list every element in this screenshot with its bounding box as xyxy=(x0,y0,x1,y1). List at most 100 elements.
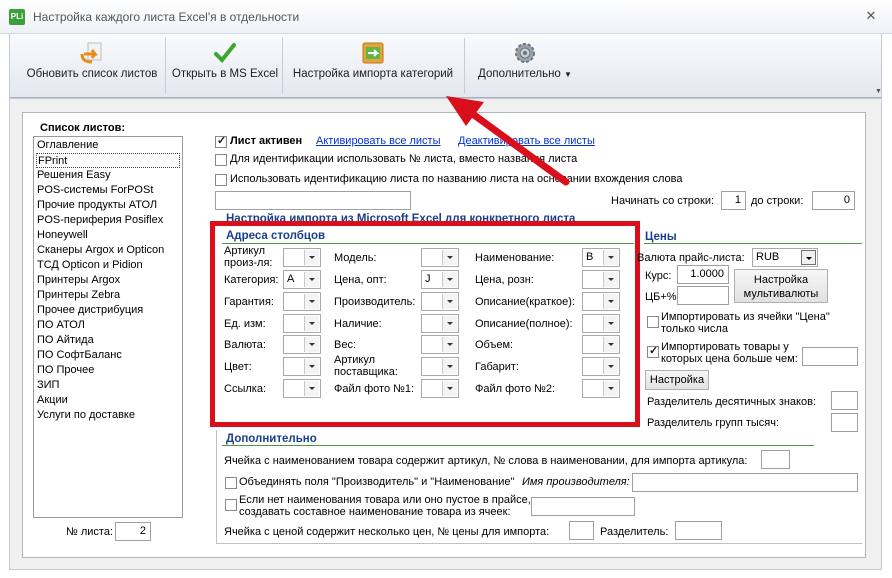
separator-input[interactable] xyxy=(675,521,722,540)
manufacturer-name-input[interactable] xyxy=(632,473,858,492)
sheet-list-item[interactable]: POS-периферия Posiflex xyxy=(36,213,180,228)
sheet-list-item[interactable]: Прочее дистрибуция xyxy=(36,303,180,318)
column-address-select[interactable] xyxy=(283,292,321,311)
chevron-down-icon[interactable] xyxy=(304,250,319,265)
sheet-name-keyword-input[interactable] xyxy=(215,191,411,210)
chevron-down-icon[interactable] xyxy=(603,250,618,265)
chevron-down-icon[interactable] xyxy=(801,250,816,265)
sheet-list-item[interactable]: ТСД Opticon и Pidion xyxy=(36,258,180,273)
chevron-down-icon[interactable] xyxy=(603,359,618,374)
rate-input[interactable]: 1.0000 xyxy=(677,265,729,284)
refresh-list-button[interactable]: Обновить список листов xyxy=(16,34,168,96)
chevron-down-icon[interactable] xyxy=(442,316,457,331)
chevron-down-icon[interactable] xyxy=(442,250,457,265)
column-address-select[interactable] xyxy=(582,379,620,398)
sheet-list-item[interactable]: Акции xyxy=(36,393,180,408)
use-number-checkbox[interactable] xyxy=(215,154,227,166)
column-address-select[interactable] xyxy=(421,314,459,333)
decimal-separator-input[interactable] xyxy=(831,391,858,410)
sheet-list-item[interactable]: Сканеры Argox и Opticon xyxy=(36,243,180,258)
column-address-select[interactable] xyxy=(421,335,459,354)
sheet-list-item[interactable]: Прочие продукты АТОЛ xyxy=(36,198,180,213)
chevron-down-icon[interactable] xyxy=(442,359,457,374)
price-setup-button[interactable]: Настройка xyxy=(645,370,709,390)
column-address-select[interactable]: A xyxy=(283,270,321,289)
end-row-input[interactable]: 0 xyxy=(812,191,855,210)
column-address-select[interactable] xyxy=(582,270,620,289)
sheet-list-item[interactable]: Услуги по доставке xyxy=(36,408,180,423)
close-icon[interactable]: ✕ xyxy=(860,6,882,26)
sheet-list-item[interactable]: POS-системы ForPOSt xyxy=(36,183,180,198)
article-word-input[interactable] xyxy=(761,450,790,469)
sheet-list-item[interactable]: Принтеры Argox xyxy=(36,273,180,288)
sheet-active-checkbox[interactable] xyxy=(215,134,227,148)
activate-all-link[interactable]: Активировать все листы xyxy=(316,135,441,147)
deactivate-all-link[interactable]: Деактивировать все листы xyxy=(458,135,595,147)
chevron-down-icon[interactable] xyxy=(304,359,319,374)
chevron-down-icon[interactable] xyxy=(442,381,457,396)
sheet-list-item[interactable]: ПО Айтида xyxy=(36,333,180,348)
price-greater-checkbox[interactable] xyxy=(647,344,659,358)
chevron-down-icon[interactable] xyxy=(603,381,618,396)
column-address-select[interactable] xyxy=(421,357,459,376)
sheet-number-input[interactable]: 2 xyxy=(115,522,151,541)
sheet-list-item[interactable]: Honeywell xyxy=(36,228,180,243)
sheet-list-item[interactable]: Оглавление xyxy=(36,138,180,153)
column-address-select[interactable] xyxy=(582,335,620,354)
multi-price-input[interactable] xyxy=(569,521,594,540)
only-numbers-checkbox[interactable] xyxy=(647,316,659,328)
column-address-select[interactable] xyxy=(421,248,459,267)
sheet-list-item[interactable]: ПО АТОЛ xyxy=(36,318,180,333)
chevron-down-icon[interactable] xyxy=(442,272,457,287)
compose-cells-input[interactable] xyxy=(531,497,635,516)
chevron-down-icon[interactable] xyxy=(603,272,618,287)
group-separator-input[interactable] xyxy=(831,413,858,432)
chevron-down-icon[interactable] xyxy=(304,316,319,331)
sheet-list-item[interactable]: ПО СофтБаланс xyxy=(36,348,180,363)
only-numbers-label: Импортировать из ячейки "Цена" только чи… xyxy=(661,311,830,335)
compose-name-checkbox[interactable] xyxy=(225,499,237,511)
sheet-list-item[interactable]: Решения Easy xyxy=(36,168,180,183)
column-address-select[interactable] xyxy=(582,314,620,333)
column-address-select[interactable] xyxy=(582,292,620,311)
column-address-select[interactable]: B xyxy=(582,248,620,267)
cb-input[interactable] xyxy=(677,286,729,305)
chevron-down-icon[interactable] xyxy=(442,337,457,352)
multicurrency-button[interactable]: Настройка мультивалюты xyxy=(734,269,828,303)
column-address-select[interactable] xyxy=(582,357,620,376)
price-greater-input[interactable] xyxy=(802,347,858,366)
start-row-input[interactable]: 1 xyxy=(721,191,746,210)
chevron-down-icon[interactable] xyxy=(603,294,618,309)
column-address-select[interactable] xyxy=(283,335,321,354)
chevron-down-icon[interactable] xyxy=(603,337,618,352)
columns-group-line xyxy=(222,243,634,244)
sheet-list-item[interactable]: FPrint xyxy=(36,153,180,168)
column-address-select[interactable] xyxy=(283,357,321,376)
column-address-select[interactable] xyxy=(421,292,459,311)
chevron-down-icon[interactable] xyxy=(442,294,457,309)
sheet-list-item[interactable]: ПО Прочее xyxy=(36,363,180,378)
column-address-select[interactable]: J xyxy=(421,270,459,289)
sheet-listbox[interactable]: Оглавление FPrint Решения Easy POS-системы … xyxy=(33,136,183,518)
more-button[interactable]: Дополнительно ▼ xyxy=(468,34,582,96)
chevron-down-icon[interactable] xyxy=(304,337,319,352)
merge-fields-checkbox[interactable] xyxy=(225,477,237,489)
import-categories-button[interactable]: Настройка импорта категорий xyxy=(286,34,460,96)
column-address-select[interactable] xyxy=(283,379,321,398)
chevron-down-icon[interactable] xyxy=(304,272,319,287)
column-address-select[interactable] xyxy=(283,314,321,333)
chevron-down-icon[interactable] xyxy=(304,294,319,309)
open-excel-button[interactable]: Открыть в MS Excel xyxy=(168,34,282,96)
sheet-list-item[interactable]: ЗИП xyxy=(36,378,180,393)
column-field-label: Цвет: xyxy=(224,361,252,373)
use-name-checkbox[interactable] xyxy=(215,174,227,186)
column-address-select[interactable] xyxy=(283,248,321,267)
column-field-label: Описание(полное): xyxy=(475,318,573,330)
toolbar-overflow-chevron[interactable]: ▼ xyxy=(874,34,882,98)
chevron-down-icon[interactable] xyxy=(304,381,319,396)
column-address-select[interactable] xyxy=(421,379,459,398)
sheet-list-item[interactable]: Принтеры Zebra xyxy=(36,288,180,303)
currency-select[interactable]: RUB xyxy=(752,248,818,267)
chevron-down-icon[interactable] xyxy=(603,316,618,331)
column-field-label: Ссылка: xyxy=(224,383,266,395)
